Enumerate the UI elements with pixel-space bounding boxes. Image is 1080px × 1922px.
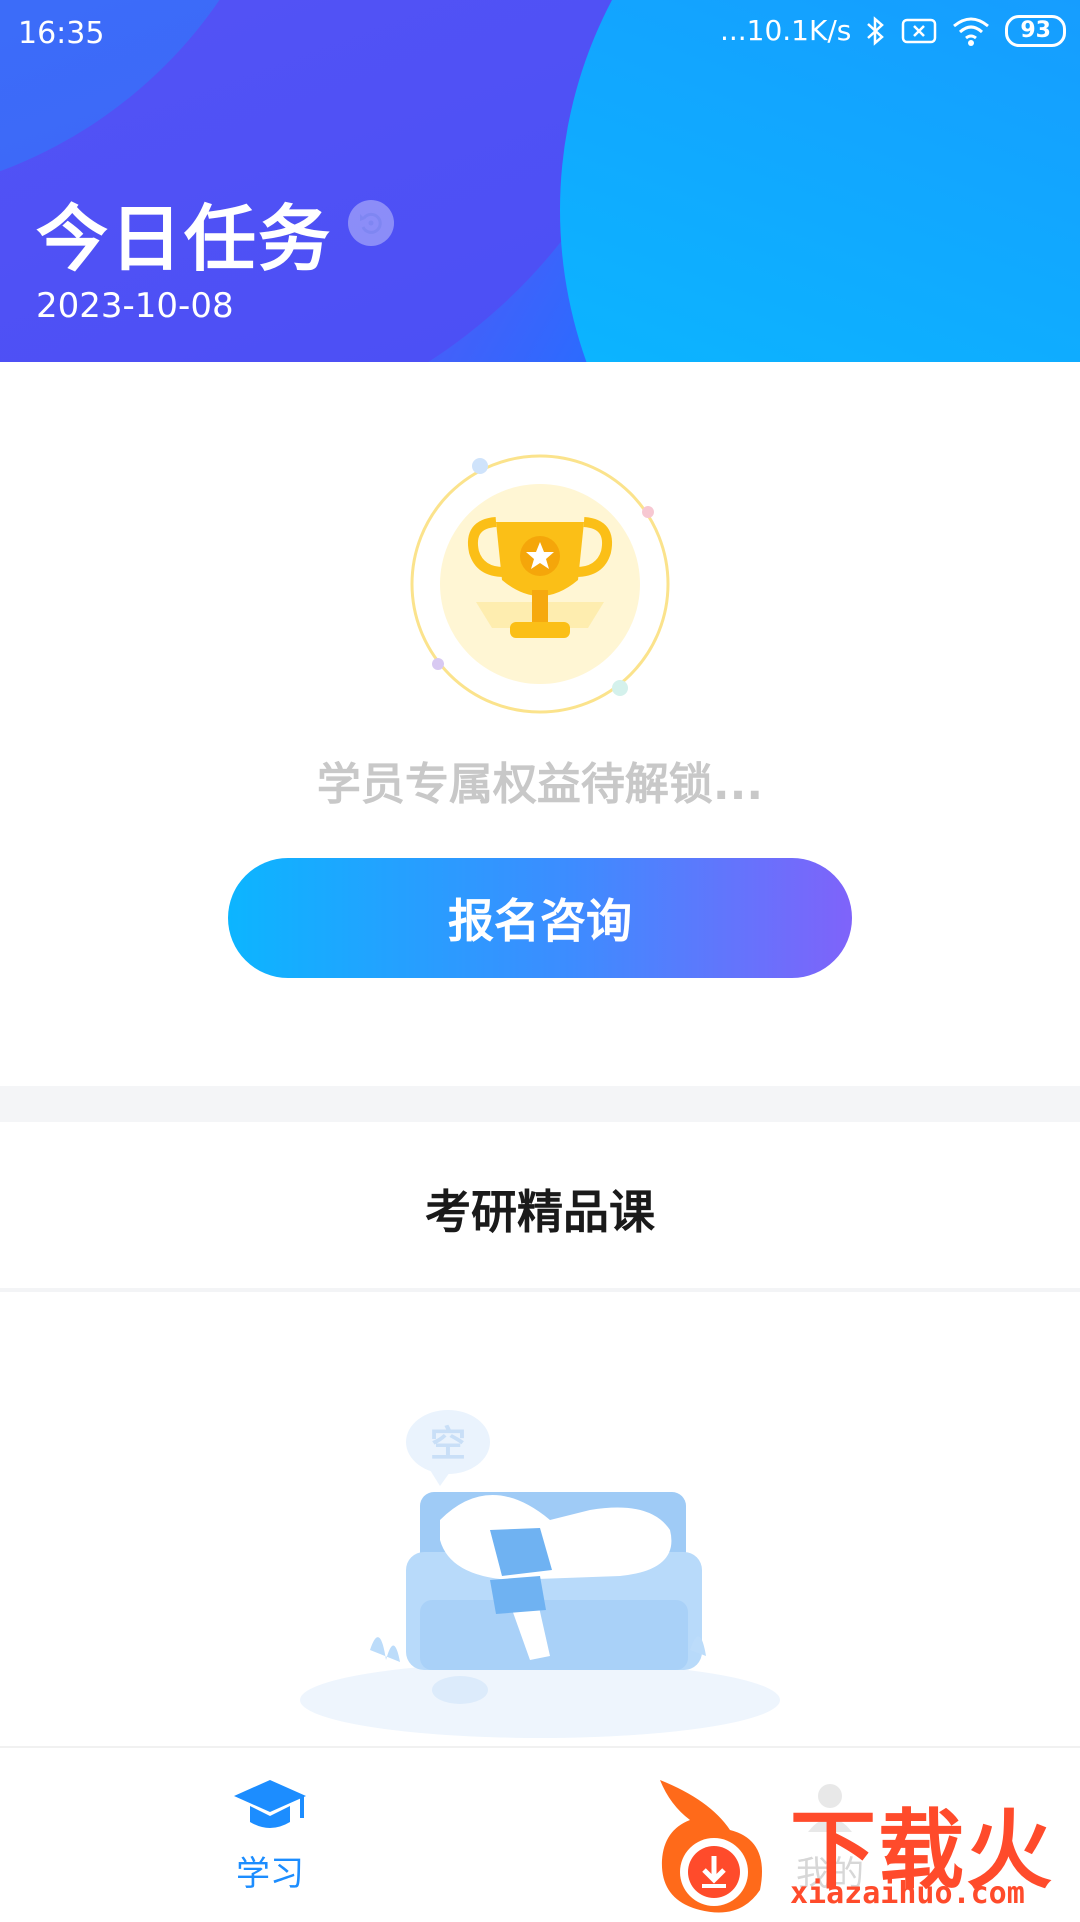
section-divider (0, 1086, 1080, 1122)
tab-learn-label: 学习 (236, 1854, 304, 1894)
watermark-logo: 下载火 xiazaihuo.com (640, 1770, 1080, 1920)
refresh-button[interactable] (348, 200, 394, 246)
tab-learn[interactable]: 学习 (160, 1776, 380, 1895)
sleeping-mascot-icon: 空 (300, 1410, 780, 1738)
status-time: 16:35 (18, 16, 105, 51)
graduation-cap-icon (234, 1780, 306, 1828)
trophy-illustration (408, 452, 672, 716)
page-title: 今日任务 (36, 197, 333, 281)
sim-icon (902, 18, 937, 43)
trophy-icon (410, 454, 670, 714)
section-divider-line (0, 1288, 1080, 1292)
empty-bubble-text: 空 (430, 1424, 466, 1465)
flame-logo-icon (660, 1780, 762, 1913)
status-bar: 16:35 ...10.1K/s 93 (0, 0, 1080, 72)
locked-benefits-text: 学员专属权益待解锁... (316, 759, 764, 810)
current-date: 2023-10-08 (36, 286, 234, 326)
watermark-url: xiazaihuo.com (790, 1876, 1025, 1911)
enroll-consult-button[interactable]: 报名咨询 (228, 858, 852, 978)
network-speed: ...10.1K/s (719, 14, 852, 47)
bluetooth-icon (867, 15, 885, 46)
refresh-icon (360, 212, 382, 234)
wifi-icon (953, 17, 990, 46)
section-title: 考研精品课 (425, 1185, 655, 1239)
battery-indicator: 93 (1005, 14, 1066, 47)
empty-state-illustration: 空 (290, 1400, 790, 1740)
